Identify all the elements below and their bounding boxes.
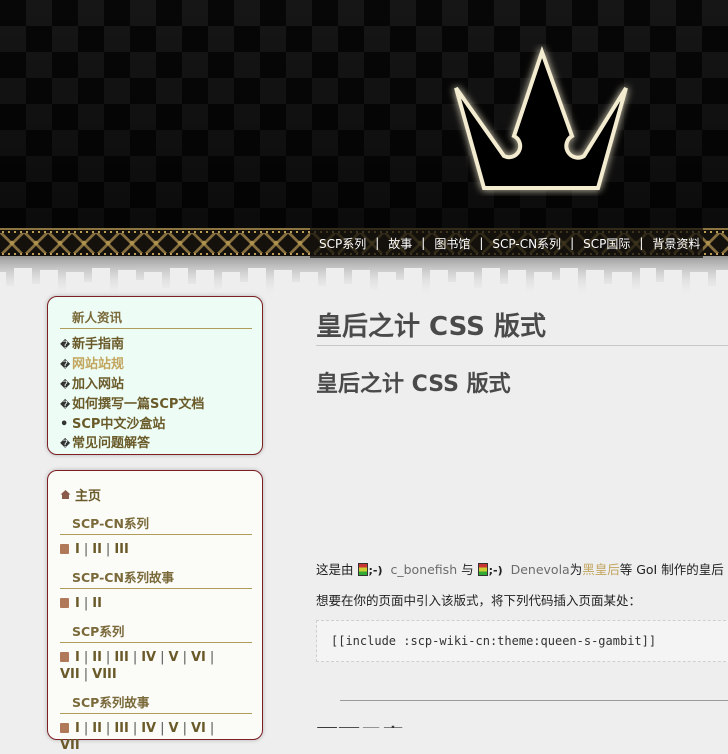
series-link[interactable]: VII <box>60 667 80 682</box>
sidebar-link-sandbox[interactable]: • SCP中文沙盒站 <box>60 415 252 434</box>
sidebar-link-label: 网站站规 <box>72 357 125 372</box>
tales-link[interactable]: VI <box>191 721 206 736</box>
tales-links: I | II | III | IV | V | VI | VII <box>60 721 215 753</box>
main-content: 皇后之计 CSS 版式 皇后之计 CSS 版式 这是由 ;-) c_bonefi… <box>316 300 728 728</box>
image-icon <box>60 544 69 554</box>
series-link[interactable]: V <box>169 650 179 665</box>
nav-separator: | <box>421 236 426 250</box>
nav-scp-cn-series[interactable]: SCP-CN系列 <box>489 235 564 252</box>
credit-suffix: 等 GoI 制作的皇后 <box>619 562 724 577</box>
include-instruction: 想要在你的页面中引入该版式，将下列代码插入页面某处： <box>316 593 642 608</box>
bullet-marker: � <box>60 360 71 371</box>
cn-series-link[interactable]: II <box>92 542 102 557</box>
code-block[interactable]: [[include :scp-wiki-cn:theme:queen-s-gam… <box>316 620 728 662</box>
credit-line: 这是由 ;-) c_bonefish 与 ;-) Denevola为黑皇后等 G… <box>316 559 724 578</box>
image-icon <box>60 652 69 662</box>
user-icon-face: ;-) <box>368 564 383 577</box>
user-icon <box>357 563 368 576</box>
crown-logo <box>454 45 628 190</box>
sidebar-link-guide[interactable]: � 新手指南 <box>60 335 252 355</box>
black-queen-link[interactable]: 黑皇后 <box>582 562 620 577</box>
cn-series-link[interactable]: III <box>114 542 129 557</box>
title-divider <box>316 345 728 346</box>
section-divider <box>340 700 728 701</box>
image-icon <box>60 598 69 608</box>
sidebar-heading-tales: SCP系列故事 <box>60 692 252 714</box>
user-link-c-bonefish[interactable]: c_bonefish <box>390 562 457 577</box>
sidebar-link-label: 加入网站 <box>72 377 125 392</box>
series-link[interactable]: VIII <box>92 667 117 682</box>
nav-tales[interactable]: 故事 <box>385 235 415 252</box>
sidebar-heading-newcomer: 新人资讯 <box>60 307 252 329</box>
code-text: [[include :scp-wiki-cn:theme:queen-s-gam… <box>331 634 657 648</box>
nav-separator: | <box>479 236 484 250</box>
series-link[interactable]: VI <box>191 650 206 665</box>
sidebar-newcomer-box: 新人资讯 � 新手指南 � 网站站规 � 加入网站 � 如何撰写一篇SCP文档 • SCP… <box>47 296 263 455</box>
bullet-marker: � <box>60 400 71 411</box>
sidebar-home-link[interactable]: 主页 <box>60 485 252 504</box>
sidebar-heading-cn-tales: SCP-CN系列故事 <box>60 567 252 589</box>
cn-tales-links: I | II <box>60 595 252 612</box>
bullet-marker: � <box>60 439 71 450</box>
bullet-marker: � <box>60 340 71 351</box>
credit-and: 与 <box>461 562 474 577</box>
nav-separator: | <box>570 236 575 250</box>
bullet-marker: • <box>60 417 69 432</box>
nav-scp-series[interactable]: SCP系列 <box>316 235 369 252</box>
cn-tales-link[interactable]: II <box>92 596 102 611</box>
user-icon <box>477 563 488 576</box>
series-link[interactable]: IV <box>141 650 156 665</box>
sidebar-link-label: 新手指南 <box>72 337 125 352</box>
series-link[interactable]: II <box>92 650 102 665</box>
nav-separator: | <box>639 236 644 250</box>
nav-background[interactable]: 背景资料 <box>649 235 703 252</box>
tales-link[interactable]: VII <box>60 738 80 753</box>
drip-decoration <box>0 256 728 296</box>
tales-link[interactable]: II <box>92 721 102 736</box>
sidebar-home-label: 主页 <box>75 489 102 504</box>
top-nav: SCP系列 | 故事 | 图书馆 | SCP-CN系列 | SCP国际 | 背景… <box>310 228 704 258</box>
home-icon <box>60 490 71 499</box>
content-heading: 皇后之计 CSS 版式 <box>316 372 511 397</box>
nav-library[interactable]: 图书馆 <box>431 235 473 252</box>
page-title: 皇后之计 CSS 版式 <box>316 312 546 342</box>
sidebar-link-faq[interactable]: � 常见问题解答 <box>60 434 252 454</box>
series-link[interactable]: III <box>114 650 129 665</box>
section-heading-page-elements: 页面元素 <box>316 720 404 728</box>
nav-separator: | <box>375 236 380 250</box>
sidebar-link-label: SCP中文沙盒站 <box>72 417 166 432</box>
site-header <box>0 0 728 228</box>
bullet-marker: � <box>60 380 71 391</box>
tales-link[interactable]: IV <box>141 721 156 736</box>
image-icon <box>60 723 69 733</box>
sidebar-link-label: 常见问题解答 <box>72 436 151 451</box>
series-links: I | II | III | IV | V | VI | VII | VIII <box>60 650 215 682</box>
sidebar-link-join[interactable]: � 加入网站 <box>60 375 252 395</box>
sidebar-navigation-box: 主页 SCP-CN系列 I | II | III SCP-CN系列故事 I | II SCP… <box>47 470 263 753</box>
sidebar-heading-series: SCP系列 <box>60 621 252 643</box>
user-icon-face: ;-) <box>488 564 503 577</box>
cn-series-links: I | II | III <box>60 541 252 558</box>
credit-prefix: 这是由 <box>316 562 354 577</box>
tales-link[interactable]: V <box>169 721 179 736</box>
nav-scp-international[interactable]: SCP国际 <box>580 235 633 252</box>
credit-for: 为 <box>569 562 583 577</box>
sidebar-link-rules[interactable]: � 网站站规 <box>60 355 252 375</box>
sidebar-link-how-to-write[interactable]: � 如何撰写一篇SCP文档 <box>60 395 252 415</box>
sidebar-link-label: 如何撰写一篇SCP文档 <box>72 397 205 412</box>
sidebar-heading-cn-series: SCP-CN系列 <box>60 513 252 535</box>
tales-link[interactable]: III <box>114 721 129 736</box>
user-link-denevola[interactable]: Denevola <box>511 562 570 577</box>
